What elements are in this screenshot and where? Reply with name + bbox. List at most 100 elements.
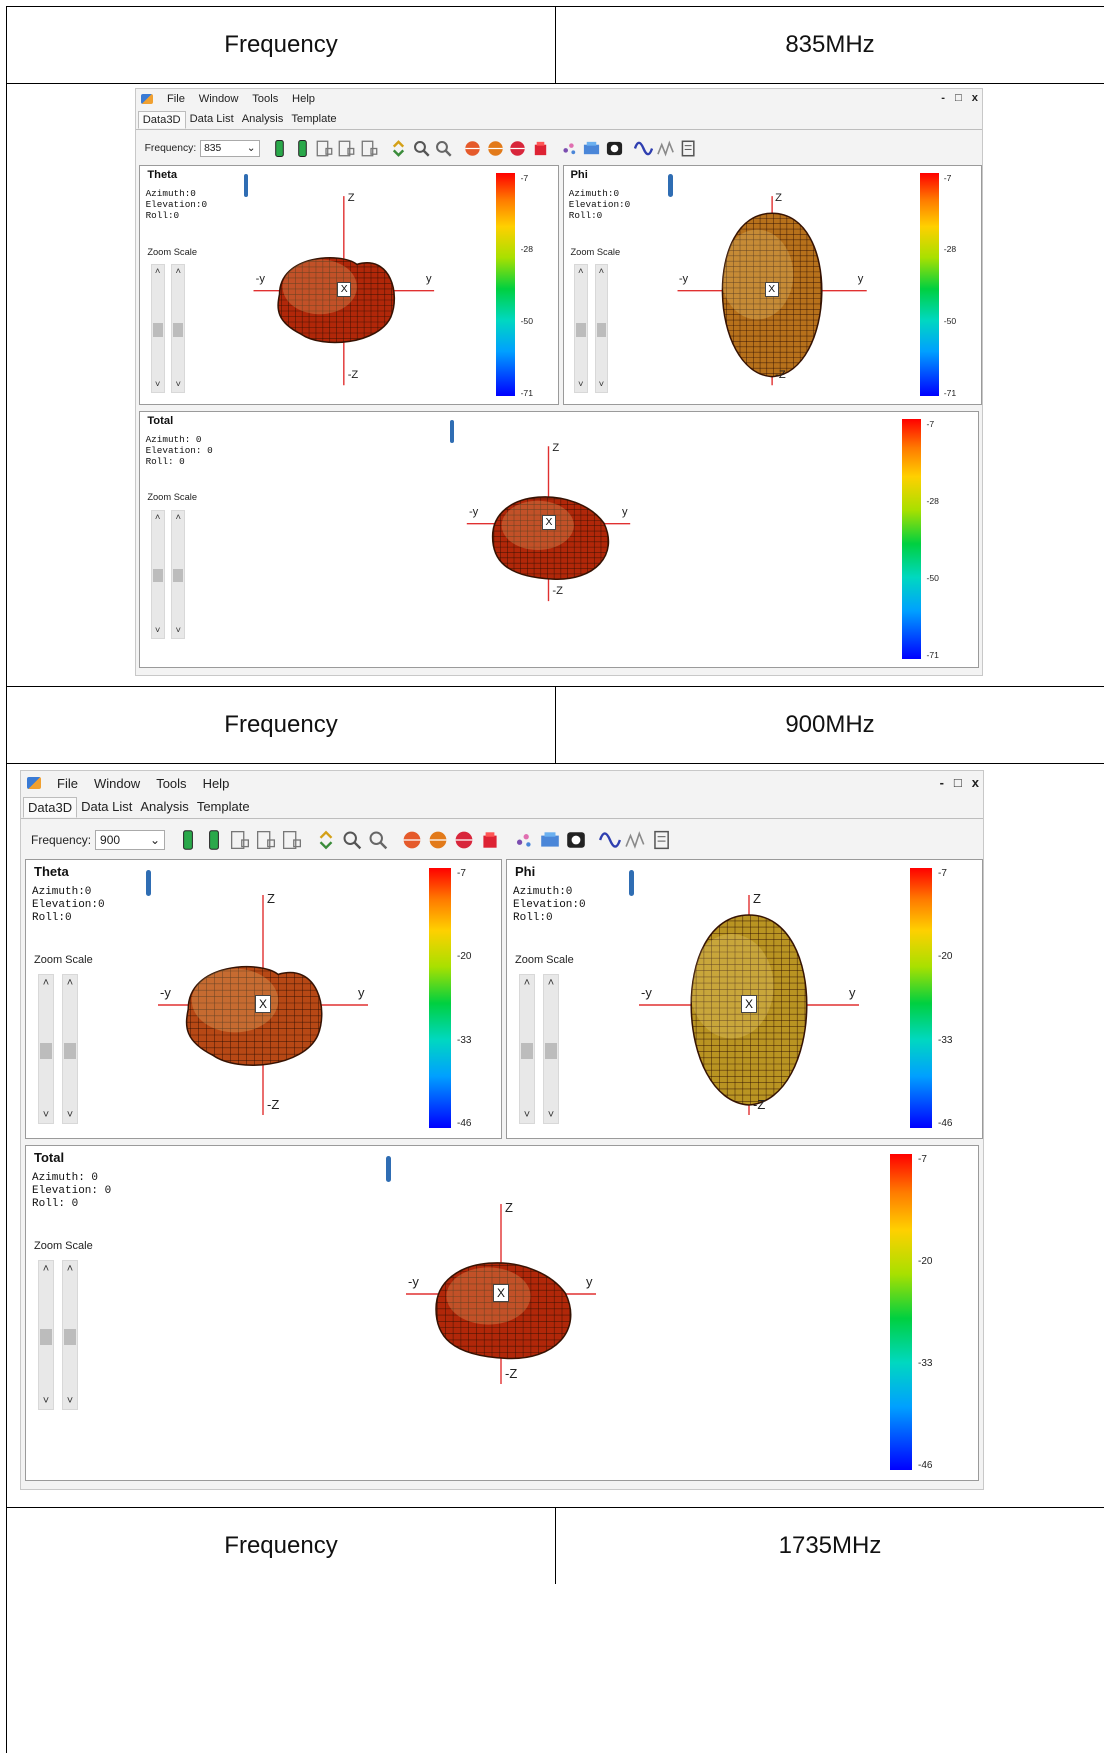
frequency-select-value: 835 [204,142,222,154]
table-row-1735: Frequency 1735MHz [7,1508,1104,1753]
signal-icon[interactable] [656,139,676,158]
frequency-label-cell: Frequency [7,687,556,763]
axis-label-neg-y: -y [408,1274,419,1289]
camera-icon[interactable] [565,829,587,851]
axis-label-neg-y: -y [160,985,171,1000]
pattern-panel-theta[interactable]: Theta Azimuth:0 Elevation:0 Roll:0 Zoom Scal… [139,164,560,406]
pattern-panel-total[interactable]: Total Azimuth: 0 Elevation: 0 Roll: 0 Zoom S… [25,1145,979,1481]
menu-file[interactable]: File [167,93,185,105]
grid-icon[interactable] [479,829,501,851]
red-ball-icon[interactable] [453,829,475,851]
camera-icon[interactable] [605,139,624,158]
close-icon[interactable]: x [972,92,978,104]
zoom-out-icon[interactable] [367,829,389,851]
scatter-icon[interactable] [513,829,535,851]
toolbar: Frequency: 900 ⌄ [21,825,983,855]
radiation-pattern-3d[interactable] [140,412,978,669]
red-ball-icon[interactable] [508,139,527,158]
phone-green-icon[interactable] [270,139,289,158]
axis-label-z: Z [505,1200,513,1215]
axis-label-neg-y: -y [678,273,689,286]
menu-file[interactable]: File [57,776,78,791]
tab-data-list[interactable]: Data List [186,111,238,129]
split-sphere-icon[interactable] [427,829,449,851]
pattern-explorer-window[interactable]: File Window Tools Help - □ x Data3D Data List Ana… [135,88,983,676]
axis-label-neg-z: -Z [505,1366,518,1381]
device-outline-3-icon[interactable] [281,829,303,851]
notes-icon[interactable] [679,139,698,158]
axis-label-y: y [857,273,864,286]
device-outline-3-icon[interactable] [360,139,379,158]
toolbar: Frequency: 835 ⌄ [136,135,982,161]
device-outline-2-icon[interactable] [337,139,356,158]
device-outline-icon[interactable] [315,139,334,158]
tab-analysis[interactable]: Analysis [238,111,288,129]
app-logo-icon [141,94,154,105]
wave-icon[interactable] [599,829,622,851]
refresh-arrows-icon[interactable] [315,829,337,851]
tab-data-list[interactable]: Data List [77,797,136,818]
zoom-out-icon[interactable] [434,139,453,158]
tab-template[interactable]: Template [287,111,340,129]
pattern-panel-phi[interactable]: Phi Azimuth:0 Elevation:0 Roll:0 Zoom Scale ˄… [506,859,983,1139]
window-controls: - □ x [941,92,978,104]
axis-label-y: y [586,1274,593,1289]
tab-data3d[interactable]: Data3D [23,797,78,818]
axis-label-x: X [741,995,757,1013]
menu-tools[interactable]: Tools [156,776,186,791]
view-tabs: Data3D Data List Analysis Template [136,111,982,131]
zoom-in-icon[interactable] [412,139,431,158]
scatter-icon[interactable] [560,139,579,158]
axis-label-neg-z: -Z [267,1097,280,1112]
chevron-down-icon: ⌄ [149,833,161,847]
axis-label-x: X [337,281,352,298]
chevron-down-icon: ⌄ [246,143,256,155]
phone-battery-icon[interactable] [203,829,225,851]
menu-tools[interactable]: Tools [252,93,278,105]
tab-analysis[interactable]: Analysis [136,797,192,818]
close-icon[interactable]: x [972,775,979,790]
wave-icon[interactable] [634,139,654,158]
chart-icon[interactable] [539,829,561,851]
frequency-value-cell: 1735MHz [556,1508,1104,1584]
chart-icon[interactable] [582,139,601,158]
pattern-panel-total[interactable]: Total Azimuth: 0 Elevation: 0 Roll: 0 Zoom S… [139,410,979,669]
axis-label-y: y [425,273,432,286]
pattern-panel-phi[interactable]: Phi Azimuth:0 Elevation:0 Roll:0 Zoom Scale ˄… [562,164,982,406]
axis-label-x: X [542,514,556,531]
notes-icon[interactable] [651,829,673,851]
axis-label-neg-y: -y [468,506,479,519]
phone-green-icon[interactable] [177,829,199,851]
axis-label-neg-z: -Z [552,585,563,598]
frequency-label-cell: Frequency [7,1508,556,1584]
sphere-color-icon[interactable] [401,829,423,851]
pattern-explorer-window[interactable]: File Window Tools Help - □ x Data3D Data List Ana… [20,770,984,1490]
device-outline-icon[interactable] [229,829,251,851]
device-outline-2-icon[interactable] [255,829,277,851]
menu-help[interactable]: Help [203,776,230,791]
signal-icon[interactable] [625,829,647,851]
axis-label-neg-y: -y [641,985,652,1000]
menu-window[interactable]: Window [199,93,239,105]
sphere-color-icon[interactable] [463,139,482,158]
axis-label-z: Z [267,891,275,906]
menu-help[interactable]: Help [292,93,315,105]
restore-icon[interactable]: □ [954,775,962,790]
tab-template[interactable]: Template [193,797,254,818]
menu-bar: File Window Tools Help [21,771,983,795]
pattern-panel-theta[interactable]: Theta Azimuth:0 Elevation:0 Roll:0 Zoom Scal… [25,859,502,1139]
phone-battery-icon[interactable] [293,139,312,158]
tab-data3d[interactable]: Data3D [137,111,186,130]
minimize-icon[interactable]: - [941,92,945,104]
table-row-900: Frequency 900MHz [7,687,1104,764]
menu-window[interactable]: Window [94,776,140,791]
frequency-select[interactable]: 835 ⌄ [199,139,260,157]
grid-icon[interactable] [531,139,550,158]
radiation-pattern-3d[interactable] [26,1146,979,1481]
refresh-arrows-icon[interactable] [389,139,408,158]
zoom-in-icon[interactable] [341,829,363,851]
frequency-select[interactable]: 900 ⌄ [95,830,166,850]
restore-icon[interactable]: □ [955,92,962,104]
split-sphere-icon[interactable] [486,139,505,158]
minimize-icon[interactable]: - [940,775,944,790]
